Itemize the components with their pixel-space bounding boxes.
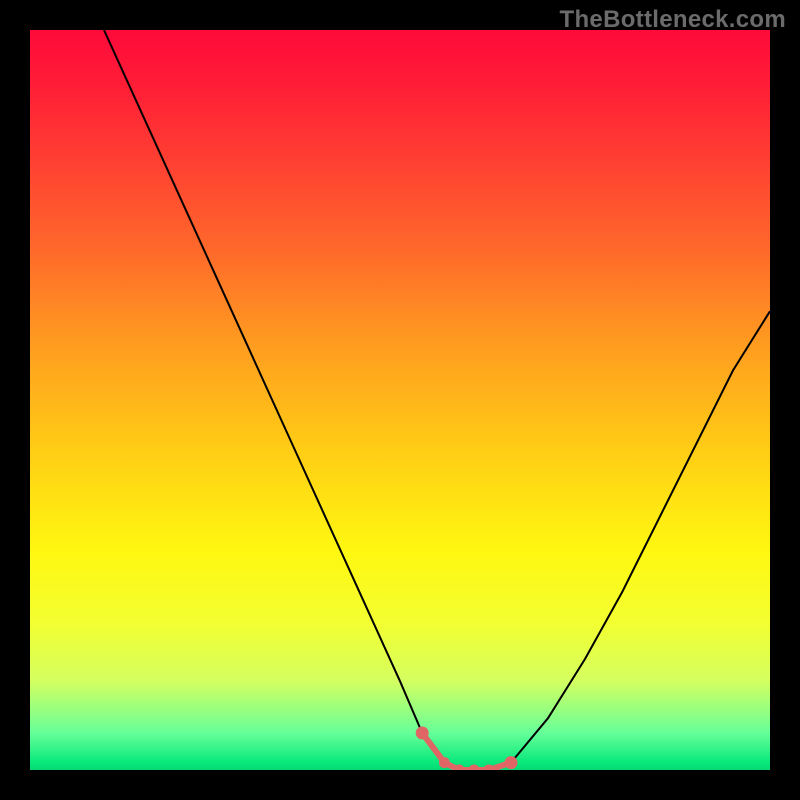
plot-area [30,30,770,770]
bottleneck-curve-svg [30,30,770,770]
marker-dot [439,758,449,768]
chart-frame: TheBottleneck.com [0,0,800,800]
marker-dot [469,765,479,770]
marker-dot [505,757,517,769]
bottleneck-curve-path [104,30,770,770]
optimal-range-line [422,733,511,770]
marker-dot [416,727,428,739]
